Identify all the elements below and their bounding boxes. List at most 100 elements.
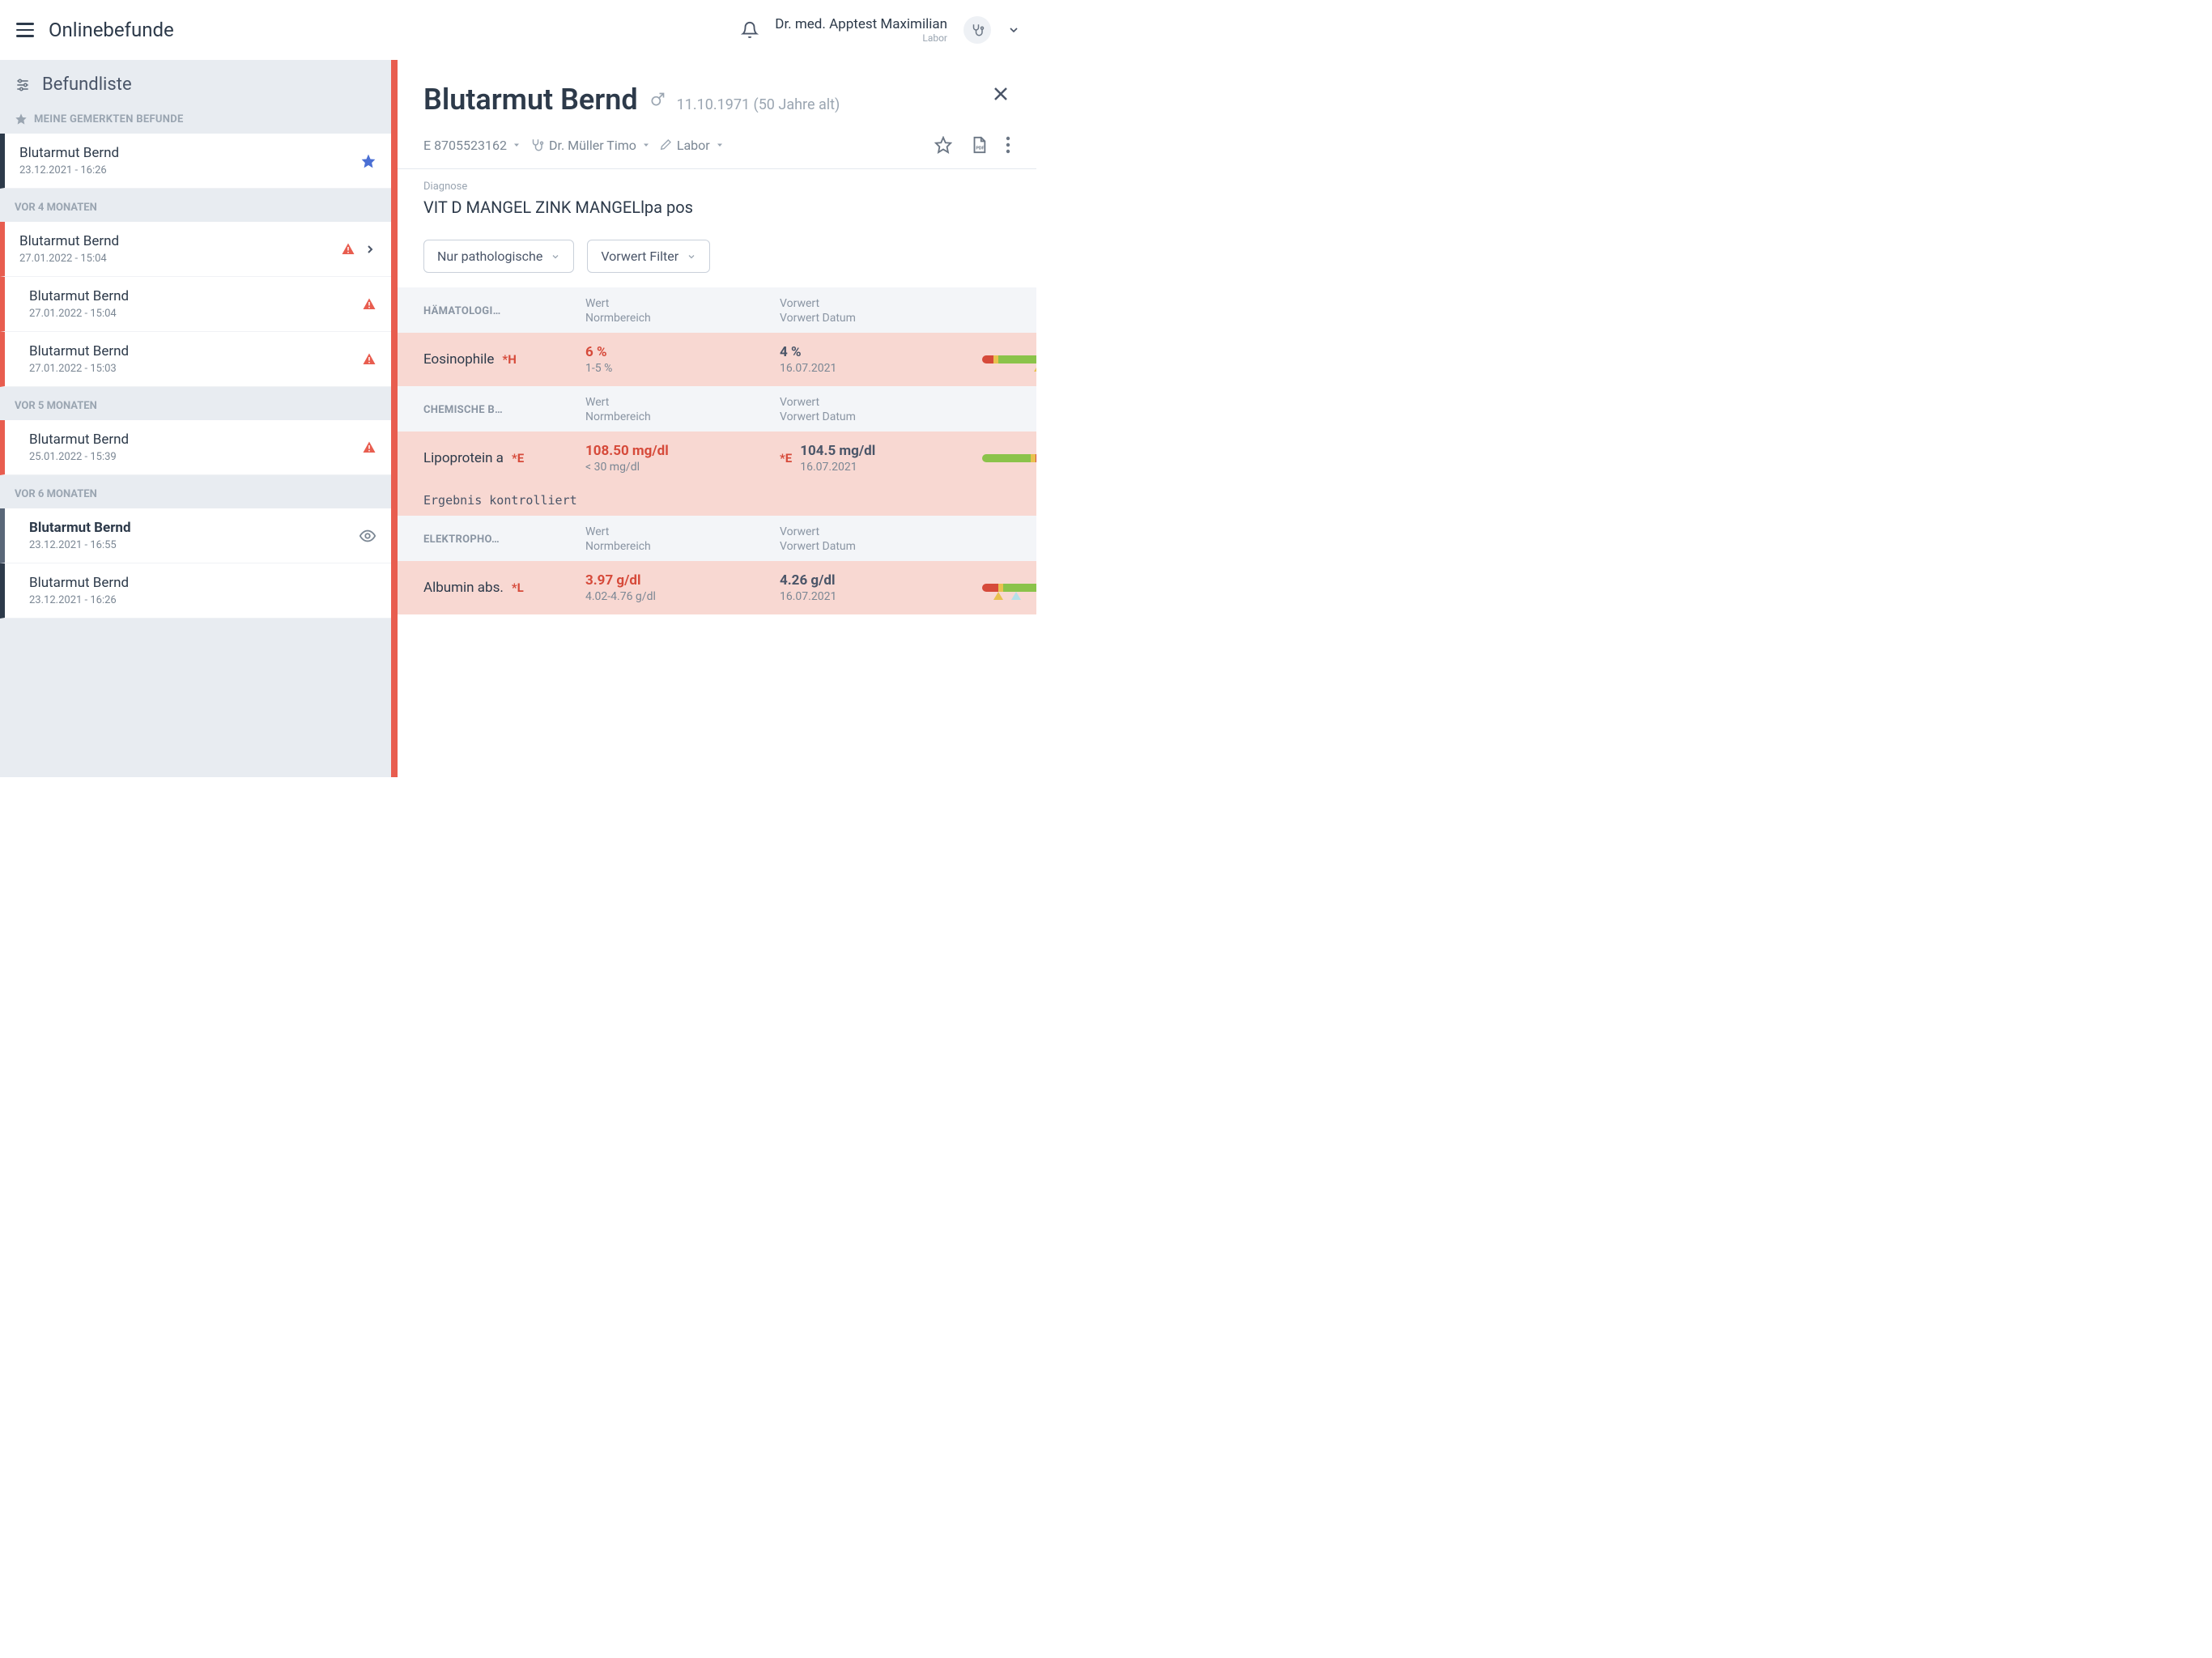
- list-item[interactable]: Blutarmut Bernd 27.01.2022 - 15:04: [0, 277, 391, 332]
- warning-icon: [362, 352, 376, 367]
- bell-icon[interactable]: [741, 21, 759, 39]
- section-header: VOR 5 MONATEN: [0, 387, 391, 420]
- result-name: Albumin abs.: [423, 580, 504, 596]
- user-name: Dr. med. Apptest Maximilian: [775, 16, 947, 32]
- item-date: 27.01.2022 - 15:04: [19, 253, 376, 265]
- warning-icon: [362, 297, 376, 312]
- app-header: Onlinebefunde Dr. med. Apptest Maximilia…: [0, 0, 1036, 60]
- sidebar: Befundliste MEINE GEMERKTEN BEFUNDE Blut…: [0, 60, 391, 777]
- svg-text:PDF: PDF: [976, 147, 984, 151]
- detail-panel: Blutarmut Bernd 11.10.1971 (50 Jahre alt…: [391, 60, 1036, 777]
- category-name: HÄMATOLOGI…: [423, 305, 585, 317]
- result-norm: 4.02-4.76 g/dl: [585, 590, 780, 603]
- stethoscope-icon: [970, 23, 985, 37]
- patient-dob: 11.10.1971 (50 Jahre alt): [677, 96, 840, 113]
- list-item[interactable]: Blutarmut Bernd 25.01.2022 - 15:39: [0, 420, 391, 475]
- diagnosis-block: Diagnose VIT D MANGEL ZINK MANGELlpa pos: [398, 169, 1036, 232]
- app-title: Onlinebefunde: [49, 19, 174, 41]
- item-date: 25.01.2022 - 15:39: [29, 451, 376, 463]
- section-header: VOR 4 MONATEN: [0, 189, 391, 222]
- item-name: Blutarmut Bernd: [29, 575, 376, 591]
- stethoscope-button[interactable]: [963, 16, 991, 44]
- result-flag: *L: [512, 580, 524, 595]
- result-row[interactable]: Eosinophile *H 6 % 1-5 % 4 % 16.07.2021: [398, 333, 1036, 386]
- category-header: ELEKTROPHO… WertNormbereich VorwertVorwe…: [398, 516, 1036, 561]
- prev-value: 4.26 g/dl: [780, 572, 982, 589]
- list-item[interactable]: Blutarmut Bernd 23.12.2021 - 16:55: [0, 508, 391, 563]
- list-item[interactable]: Blutarmut Bernd 27.01.2022 - 15:03: [0, 332, 391, 387]
- item-date: 27.01.2022 - 15:04: [29, 308, 376, 320]
- warning-icon: [362, 440, 376, 455]
- chevron-down-icon[interactable]: [1007, 23, 1020, 36]
- user-block[interactable]: Dr. med. Apptest Maximilian Labor: [775, 16, 947, 44]
- list-item[interactable]: Blutarmut Bernd 27.01.2022 - 15:04: [0, 222, 391, 277]
- item-name: Blutarmut Bernd: [29, 288, 376, 304]
- bookmarked-header: MEINE GEMERKTEN BEFUNDE: [0, 103, 391, 134]
- prev-flag: *E: [780, 451, 792, 466]
- menu-icon[interactable]: [16, 21, 34, 39]
- pencil-icon: [659, 138, 672, 151]
- item-name: Blutarmut Bernd: [29, 343, 376, 359]
- result-row[interactable]: Lipoprotein a *E 108.50 mg/dl< 30 mg/dl …: [398, 432, 1036, 485]
- dept-dropdown[interactable]: Labor: [659, 138, 725, 153]
- caret-down-icon: [641, 140, 651, 150]
- item-date: 27.01.2022 - 15:03: [29, 363, 376, 375]
- item-name: Blutarmut Bernd: [29, 520, 376, 536]
- chevron-down-icon: [687, 252, 696, 261]
- result-name: Eosinophile: [423, 351, 494, 368]
- result-norm: 1-5 %: [585, 362, 780, 375]
- range-graph: [982, 452, 1036, 465]
- sidebar-title: Befundliste: [42, 74, 132, 95]
- item-name: Blutarmut Bernd: [19, 233, 376, 249]
- prev-value: 4 %: [780, 344, 982, 360]
- range-graph: [982, 353, 1036, 366]
- result-norm: < 30 mg/dl: [585, 461, 780, 474]
- filter-pathological[interactable]: Nur pathologische: [423, 240, 574, 273]
- warning-icon: [341, 242, 355, 257]
- item-name: Blutarmut Bernd: [19, 145, 376, 161]
- diagnosis-label: Diagnose: [423, 181, 1010, 193]
- chevron-down-icon: [551, 252, 560, 261]
- filter-vorwert[interactable]: Vorwert Filter: [587, 240, 710, 273]
- sliders-icon[interactable]: [15, 77, 31, 93]
- result-row[interactable]: Albumin abs. *L 3.97 g/dl4.02-4.76 g/dl …: [398, 561, 1036, 614]
- list-item[interactable]: Blutarmut Bernd 23.12.2021 - 16:26: [0, 134, 391, 189]
- item-date: 23.12.2021 - 16:26: [19, 164, 376, 176]
- prev-value: 104.5 mg/dl: [800, 443, 875, 459]
- male-icon: [649, 91, 666, 108]
- category-header: HÄMATOLOGI… WertNormbereich VorwertVorwe…: [398, 287, 1036, 333]
- prev-date: 16.07.2021: [780, 362, 982, 375]
- caret-down-icon: [715, 140, 725, 150]
- result-name: Lipoprotein a: [423, 450, 504, 466]
- star-filled-icon[interactable]: [360, 153, 376, 169]
- result-flag: *E: [512, 451, 524, 466]
- result-value: 3.97 g/dl: [585, 572, 780, 589]
- item-date: 23.12.2021 - 16:26: [29, 594, 376, 606]
- diagnosis-text: VIT D MANGEL ZINK MANGELlpa pos: [423, 198, 1010, 217]
- patient-name: Blutarmut Bernd: [423, 83, 638, 117]
- user-sub: Labor: [775, 32, 947, 44]
- caret-down-icon: [512, 140, 521, 150]
- pdf-icon[interactable]: PDF: [970, 136, 988, 154]
- result-note: Ergebnis kontrolliert: [398, 485, 1036, 516]
- prev-date: 16.07.2021: [800, 461, 875, 474]
- category-name: CHEMISCHE B…: [423, 404, 585, 416]
- result-value: 108.50 mg/dl: [585, 443, 780, 459]
- star-icon: [15, 113, 28, 125]
- more-icon[interactable]: [1006, 136, 1010, 154]
- stethoscope-icon: [530, 138, 544, 152]
- range-graph: [982, 581, 1036, 594]
- category-name: ELEKTROPHO…: [423, 534, 585, 546]
- order-id-dropdown[interactable]: E 8705523162: [423, 138, 521, 153]
- item-name: Blutarmut Bernd: [29, 432, 376, 448]
- star-outline-icon[interactable]: [934, 136, 952, 154]
- chevron-right-icon: [364, 243, 376, 256]
- result-value: 6 %: [585, 344, 780, 360]
- category-header: CHEMISCHE B… WertNormbereich VorwertVorw…: [398, 386, 1036, 432]
- doctor-dropdown[interactable]: Dr. Müller Timo: [530, 138, 651, 153]
- eye-icon: [359, 527, 376, 545]
- result-flag: *H: [502, 352, 516, 367]
- list-item[interactable]: Blutarmut Bernd 23.12.2021 - 16:26: [0, 563, 391, 619]
- prev-date: 16.07.2021: [780, 590, 982, 603]
- close-icon[interactable]: [991, 84, 1010, 104]
